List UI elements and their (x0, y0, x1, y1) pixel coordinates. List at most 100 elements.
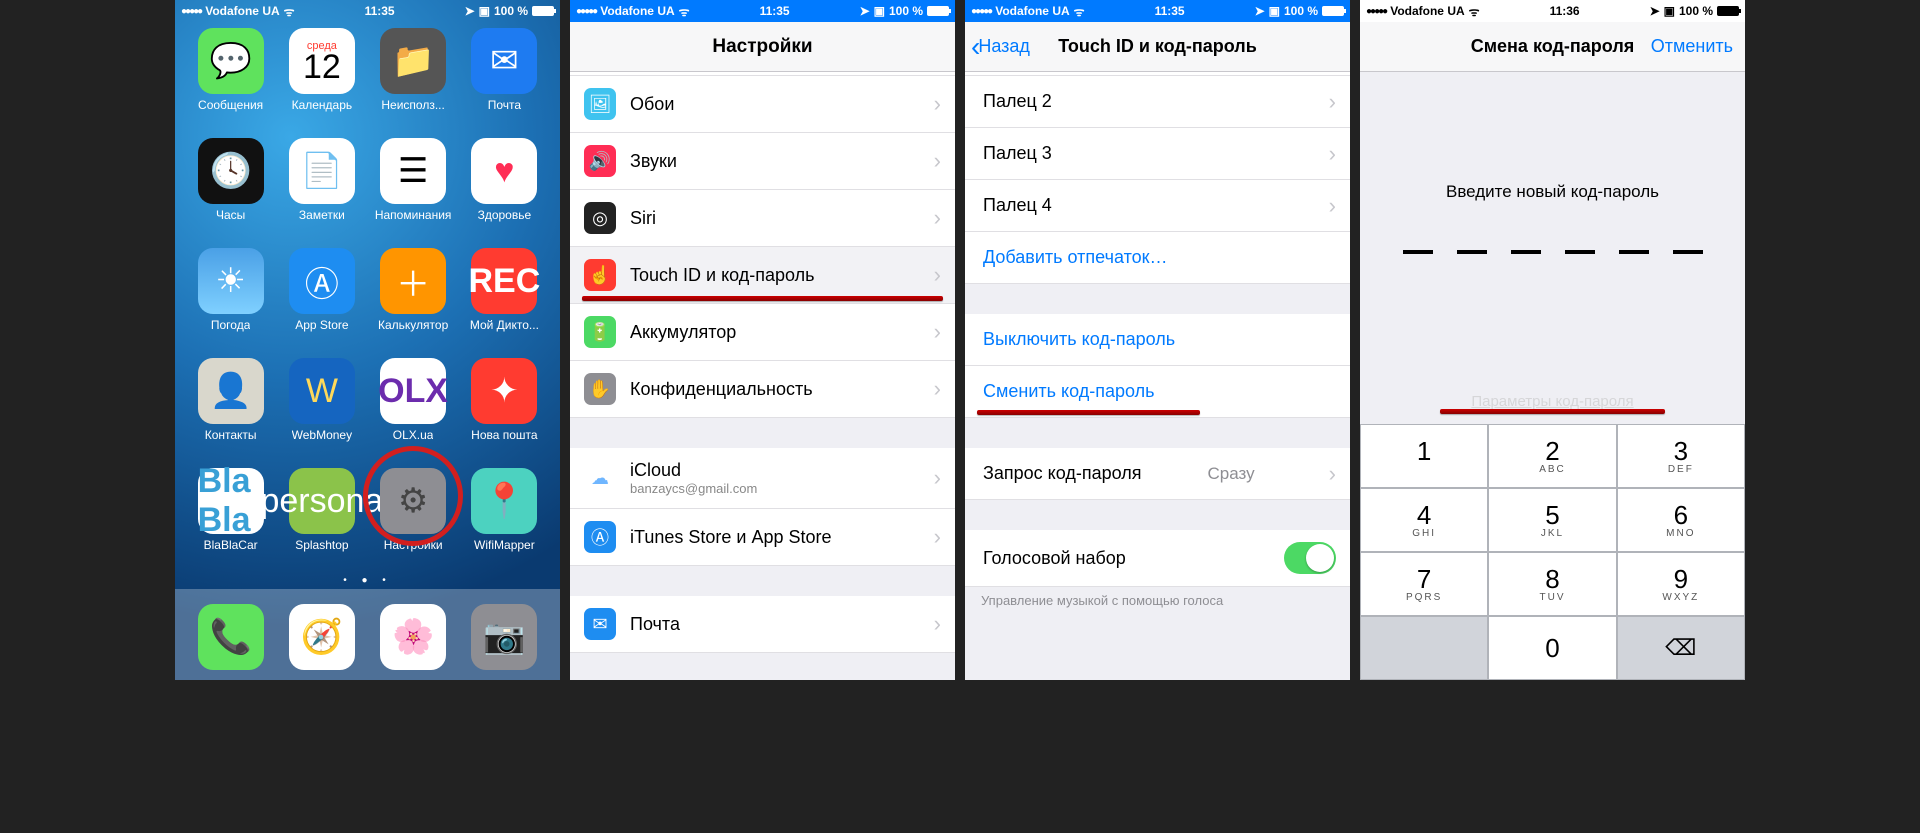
row-sounds[interactable]: 🔊 Звуки › (570, 133, 955, 190)
row-appstore[interactable]: Ⓐ iTunes Store и App Store › (570, 509, 955, 566)
row-change-passcode[interactable]: Сменить код-пароль (965, 366, 1350, 418)
app-label: Splashtop (295, 538, 348, 552)
row-wallpaper[interactable]: 🖼 Обои › (570, 76, 955, 133)
key-1[interactable]: 1 (1360, 424, 1488, 488)
app-webmoney[interactable]: WWebMoney (276, 358, 367, 462)
app-safari[interactable]: 🧭Safari (276, 604, 367, 670)
app-unused-folder[interactable]: 📁Неисполз... (368, 28, 459, 132)
key-5[interactable]: 5JKL (1488, 488, 1616, 552)
chevron-right-icon: › (1329, 141, 1336, 167)
clock-label: 11:35 (1155, 4, 1185, 18)
location-icon: ➤ (860, 4, 870, 18)
key-7[interactable]: 7PQRS (1360, 552, 1488, 616)
row-icloud[interactable]: ☁ iCloud banzaycs@gmail.com › (570, 448, 955, 509)
key-6[interactable]: 6MNO (1617, 488, 1745, 552)
touchid-list: Палец 2 › Палец 3 › Палец 4 › Добавить о… (965, 72, 1350, 680)
app-messages[interactable]: 💬Сообщения (185, 28, 276, 132)
row-siri[interactable]: ◎ Siri › (570, 190, 955, 247)
calendar-icon: среда12 (289, 28, 355, 94)
row-finger-3[interactable]: Палец 3 › (965, 128, 1350, 180)
passcode-options-link[interactable]: Параметры код-пароля (1360, 393, 1745, 410)
row-label: Запрос код-пароля (983, 463, 1141, 484)
cancel-button[interactable]: Отменить (1651, 36, 1733, 57)
safari-icon: 🧭 (289, 604, 355, 670)
page-indicator[interactable]: • ● • (175, 572, 560, 589)
clock-icon: 🕓 (198, 138, 264, 204)
row-touchid[interactable]: ☝ Touch ID и код-пароль › (570, 247, 955, 304)
chevron-right-icon: › (934, 91, 941, 117)
orientation-lock-icon: ▣ (1664, 4, 1675, 18)
wifimapper-icon: 📍 (471, 468, 537, 534)
row-mail[interactable]: ✉ Почта › (570, 596, 955, 653)
app-settings[interactable]: ⚙Настройки (368, 468, 459, 572)
app-notes[interactable]: 📄Заметки (276, 138, 367, 242)
camera-icon: 📷 (471, 604, 537, 670)
app-label: Калькулятор (378, 318, 448, 332)
row-label: Палец 4 (983, 195, 1052, 216)
app-splashtop[interactable]: personaSplashtop (276, 468, 367, 572)
app-label: Неисполз... (381, 98, 444, 112)
app-reminders[interactable]: ☰Напоминания (368, 138, 459, 242)
app-appstore[interactable]: ⒶApp Store (276, 248, 367, 352)
app-recorder[interactable]: RECМой Дикто... (459, 248, 550, 352)
row-add-fingerprint[interactable]: Добавить отпечаток… (965, 232, 1350, 284)
app-label: Часы (216, 208, 245, 222)
key-4[interactable]: 4GHI (1360, 488, 1488, 552)
app-label: WifiMapper (474, 538, 535, 552)
row-battery[interactable]: 🔋 Аккумулятор › (570, 304, 955, 361)
app-calendar[interactable]: среда12Календарь (276, 28, 367, 132)
row-privacy[interactable]: ✋ Конфиденциальность › (570, 361, 955, 418)
app-calculator[interactable]: ＋Калькулятор (368, 248, 459, 352)
key-delete[interactable]: ⌫ (1617, 616, 1745, 680)
app-novaposhta[interactable]: ✦Нова пошта (459, 358, 550, 462)
app-phone[interactable]: 📞Телефон (185, 604, 276, 670)
app-label: App Store (295, 318, 348, 332)
chevron-right-icon: › (934, 611, 941, 637)
wifi-icon: ᯤ (679, 3, 690, 20)
navbar: Смена код-пароля Отменить (1360, 22, 1745, 72)
row-voice-dial[interactable]: Голосовой набор (965, 530, 1350, 587)
key-2[interactable]: 2ABC (1488, 424, 1616, 488)
row-require-passcode[interactable]: Запрос код-пароля Сразу › (965, 448, 1350, 500)
back-button[interactable]: ‹ Назад (971, 33, 1030, 61)
key-3[interactable]: 3DEF (1617, 424, 1745, 488)
battery-percent: 100 % (889, 4, 923, 18)
row-label: iTunes Store и App Store (630, 527, 832, 548)
reminders-icon: ☰ (380, 138, 446, 204)
chevron-right-icon: › (1329, 461, 1336, 487)
carrier-label: Vodafone UA (1390, 4, 1464, 18)
row-disable-passcode[interactable]: Выключить код-пароль (965, 314, 1350, 366)
touchid-icon: ☝ (584, 259, 616, 291)
messages-icon: 💬 (198, 28, 264, 94)
app-mail[interactable]: ✉Почта (459, 28, 550, 132)
key-8[interactable]: 8TUV (1488, 552, 1616, 616)
app-olx[interactable]: OLXOLX.ua (368, 358, 459, 462)
app-contacts[interactable]: 👤Контакты (185, 358, 276, 462)
section-footer: Управление музыкой с помощью голоса (965, 587, 1350, 608)
row-finger-4[interactable]: Палец 4 › (965, 180, 1350, 232)
row-value: Сразу (1208, 464, 1255, 484)
row-label: Звуки (630, 151, 677, 172)
navbar: Настройки (570, 22, 955, 72)
toggle-switch[interactable] (1284, 542, 1336, 574)
status-bar: ●●●●● Vodafone UA ᯤ 11:36 ➤ ▣ 100 % (1360, 0, 1745, 22)
app-camera[interactable]: 📷Камера (459, 604, 550, 670)
key-9[interactable]: 9WXYZ (1617, 552, 1745, 616)
row-label: Палец 2 (983, 91, 1052, 112)
signal-dots-icon: ●●●●● (181, 6, 201, 17)
app-health[interactable]: ♥Здоровье (459, 138, 550, 242)
app-wifimapper[interactable]: 📍 WifiMapper (459, 468, 550, 572)
signal-dots-icon: ●●●●● (1366, 6, 1386, 17)
row-finger-2[interactable]: Палец 2 › (965, 76, 1350, 128)
app-weather[interactable]: ☀Погода (185, 248, 276, 352)
passcode-dashes (1360, 250, 1745, 254)
app-photos[interactable]: 🌸Фото (368, 604, 459, 670)
clock-label: 11:36 (1550, 4, 1580, 18)
app-clock[interactable]: 🕓 Часы (185, 138, 276, 242)
dock: 📞Телефон🧭Safari🌸Фото📷Камера (175, 589, 560, 680)
privacy-icon: ✋ (584, 373, 616, 405)
row-label: Touch ID и код-пароль (630, 265, 815, 286)
wallpaper-icon: 🖼 (584, 88, 616, 120)
app-label: Настройки (384, 538, 443, 552)
key-0[interactable]: 0 (1488, 616, 1616, 680)
